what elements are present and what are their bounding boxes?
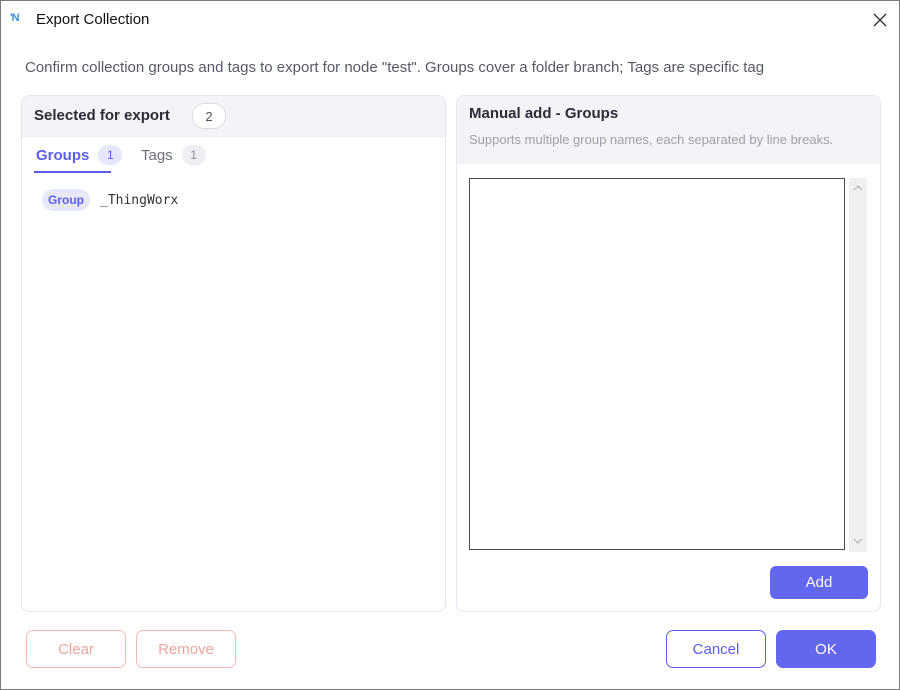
tab-groups-count: 1 bbox=[98, 145, 123, 165]
tab-tags-count: 1 bbox=[181, 145, 206, 165]
close-icon bbox=[873, 13, 887, 27]
group-names-textarea[interactable] bbox=[469, 178, 845, 550]
tab-groups-label: Groups bbox=[36, 146, 90, 164]
list-item[interactable]: Group _ThingWorx bbox=[42, 188, 178, 212]
group-type-chip: Group bbox=[42, 189, 90, 211]
selected-panel-title: Selected for export bbox=[34, 107, 170, 124]
export-collection-dialog: 'N Export Collection Confirm collection … bbox=[0, 0, 900, 690]
textarea-scrollbar[interactable] bbox=[849, 178, 867, 552]
selected-tabs: Groups 1 Tags 1 bbox=[22, 137, 445, 173]
scroll-down-icon[interactable] bbox=[853, 536, 863, 546]
manual-add-header: Manual add - Groups Supports multiple gr… bbox=[457, 96, 880, 164]
clear-button[interactable]: Clear bbox=[26, 630, 126, 668]
close-button[interactable] bbox=[867, 7, 893, 33]
selected-for-export-panel: Selected for export 2 Groups 1 Tags 1 Gr… bbox=[21, 95, 446, 612]
manual-add-subtitle: Supports multiple group names, each sepa… bbox=[469, 132, 834, 147]
tab-tags-label: Tags bbox=[141, 146, 173, 164]
add-button[interactable]: Add bbox=[770, 566, 868, 599]
active-tab-indicator bbox=[34, 171, 111, 173]
dialog-description: Confirm collection groups and tags to ex… bbox=[25, 59, 765, 76]
remove-button[interactable]: Remove bbox=[136, 630, 236, 668]
cancel-button[interactable]: Cancel bbox=[666, 630, 766, 668]
selected-count-badge: 2 bbox=[192, 103, 226, 129]
group-names-textarea-wrap bbox=[469, 178, 867, 552]
scroll-up-icon[interactable] bbox=[853, 183, 863, 193]
group-name: _ThingWorx bbox=[100, 192, 179, 208]
window-title: Export Collection bbox=[36, 11, 150, 28]
manual-add-panel: Manual add - Groups Supports multiple gr… bbox=[456, 95, 881, 612]
selected-panel-header: Selected for export 2 bbox=[22, 96, 445, 137]
tab-tags[interactable]: Tags 1 bbox=[141, 145, 206, 165]
title-bar: 'N Export Collection bbox=[1, 1, 899, 39]
tab-groups[interactable]: Groups 1 bbox=[36, 145, 123, 165]
ok-button[interactable]: OK bbox=[776, 630, 876, 668]
manual-add-title: Manual add - Groups bbox=[469, 105, 619, 122]
app-logo-icon: 'N bbox=[10, 12, 20, 24]
